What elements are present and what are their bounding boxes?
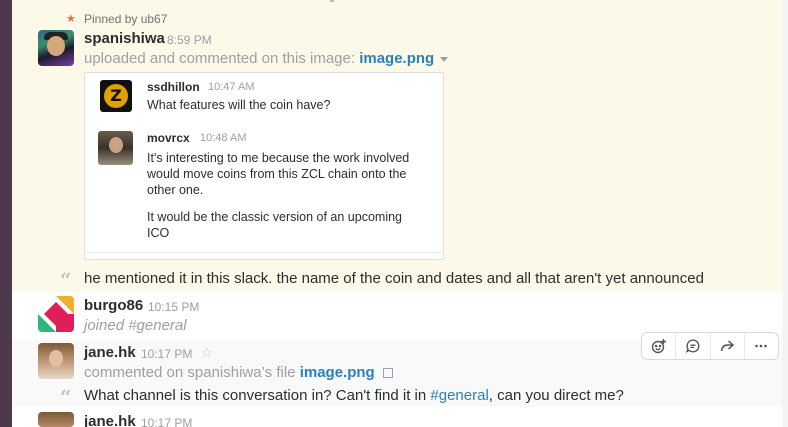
timestamp[interactable]: 10:15 PM xyxy=(148,300,199,314)
avatar: Z xyxy=(100,80,132,112)
chevron-down-icon[interactable] xyxy=(440,56,449,62)
card-timestamp: 10:48 AM xyxy=(200,132,247,144)
quote-icon: “ xyxy=(60,385,72,409)
username[interactable]: jane.hk xyxy=(84,344,136,361)
timestamp[interactable]: 8:59 PM xyxy=(167,33,212,47)
external-link-icon[interactable] xyxy=(382,368,393,379)
start-thread-button[interactable] xyxy=(676,333,711,359)
start-thread-icon xyxy=(685,339,700,353)
join-message: joined #general xyxy=(84,317,187,334)
card-username: ssdhillon xyxy=(147,80,200,94)
pinned-indicator: ★ Pinned by ub67 xyxy=(66,11,167,27)
quote-icon: “ xyxy=(60,268,72,292)
card-message: What features will the coin have? xyxy=(147,98,331,112)
username[interactable]: jane.hk xyxy=(84,413,136,427)
avatar[interactable] xyxy=(38,343,74,379)
card-timestamp: 10:47 AM xyxy=(208,81,255,93)
file-comment: What channel is this conversation in? Ca… xyxy=(84,387,624,404)
file-comment: he mentioned it in this slack. the name … xyxy=(84,270,704,287)
sidebar-edge xyxy=(0,0,12,427)
timestamp[interactable]: 10:17 PM xyxy=(141,347,192,361)
share-button[interactable] xyxy=(711,333,745,359)
username[interactable]: spanishiwa xyxy=(84,30,165,47)
channel-link[interactable]: #general xyxy=(430,387,488,404)
divider xyxy=(330,0,334,2)
star-icon[interactable]: ☆ xyxy=(201,345,213,361)
card-message: It's interesting to me because the work … xyxy=(147,151,410,240)
username[interactable]: burgo86 xyxy=(84,297,143,314)
file-comment-meta: commented on spanishiwa’s file image.png xyxy=(84,364,393,381)
comment-action-text: commented on spanishiwa’s file xyxy=(84,364,296,381)
file-link[interactable]: image.png xyxy=(359,50,434,67)
pin-icon: ★ xyxy=(66,13,76,25)
more-actions-icon xyxy=(755,344,768,348)
message-actions-toolbar xyxy=(641,332,779,360)
timestamp[interactable]: 10:17 PM xyxy=(141,416,192,427)
file-link[interactable]: image.png xyxy=(300,364,375,381)
avatar[interactable] xyxy=(38,412,74,427)
upload-action-text: uploaded and commented on this image: xyxy=(84,50,356,67)
avatar[interactable] xyxy=(38,296,74,332)
avatar xyxy=(98,131,133,165)
more-actions-button[interactable] xyxy=(745,333,778,359)
file-upload-meta: uploaded and commented on this image: im… xyxy=(84,50,449,67)
add-reaction-button[interactable] xyxy=(642,333,677,359)
pinned-label: Pinned by ub67 xyxy=(84,12,168,26)
share-icon xyxy=(720,340,735,352)
add-reaction-icon xyxy=(651,339,666,354)
scrollbar-track[interactable] xyxy=(782,0,788,427)
card-footer xyxy=(84,252,444,260)
card-username: movrcx xyxy=(147,131,190,145)
avatar[interactable] xyxy=(38,30,74,66)
